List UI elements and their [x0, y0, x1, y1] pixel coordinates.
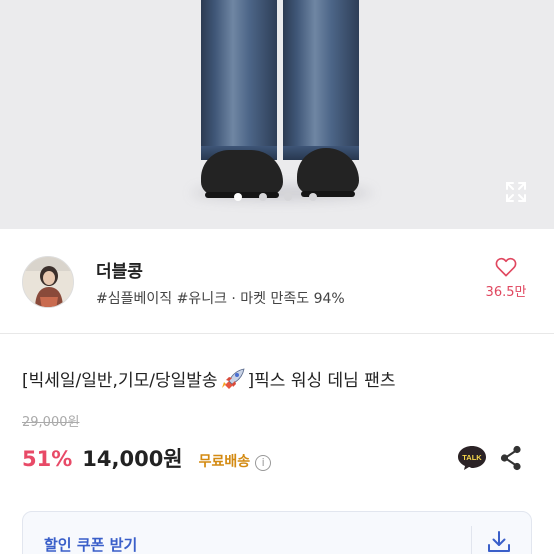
product-title: [빅세일/일반,기모/당일발송 ]픽스 워싱 데님 팬츠 [22, 366, 396, 391]
product-image[interactable] [0, 0, 554, 229]
shop-tags: #심플베이직 #유니크 · 마켓 만족도 94% [96, 291, 345, 307]
talk-label: TALK [462, 453, 482, 462]
carousel-dot[interactable] [259, 193, 267, 201]
coupon-label[interactable]: 할인 쿠폰 받기 [44, 534, 137, 554]
expand-icon[interactable] [502, 178, 530, 206]
heart-icon [495, 257, 517, 277]
sale-price: 14,000원 [82, 447, 183, 471]
original-price: 29,000원 [22, 415, 80, 430]
price-row: 51% 14,000원 무료배송 i [22, 443, 272, 473]
carousel-dot[interactable] [284, 193, 292, 201]
carousel-dots [234, 193, 317, 201]
coupon-divider [471, 526, 472, 554]
left-shoe [201, 150, 283, 198]
talk-button[interactable]: TALK [457, 445, 487, 471]
product-title-suffix: ]픽스 워싱 데님 팬츠 [247, 371, 396, 391]
jeans-left-leg [201, 0, 277, 160]
coupon-bar[interactable]: 할인 쿠폰 받기 [22, 511, 532, 554]
product-title-prefix: [빅세일/일반,기모/당일발송 [22, 371, 218, 391]
carousel-dot[interactable] [309, 193, 317, 201]
like-count: 36.5만 [485, 285, 527, 300]
shop-info[interactable]: 더블콩 #심플베이직 #유니크 · 마켓 만족도 94% 36.5만 [0, 229, 554, 329]
info-icon[interactable]: i [255, 455, 272, 471]
like-button[interactable]: 36.5만 [476, 257, 536, 300]
free-shipping-label: 무료배송 [198, 454, 251, 470]
share-icon[interactable] [498, 444, 524, 472]
jeans-right-leg [283, 0, 359, 160]
shop-name[interactable]: 더블콩 [96, 257, 143, 282]
shop-avatar[interactable] [22, 256, 74, 308]
download-icon[interactable] [485, 528, 513, 554]
rocket-icon [220, 368, 246, 390]
discount-rate: 51% [22, 447, 73, 471]
carousel-dot[interactable] [234, 193, 242, 201]
section-divider [0, 333, 554, 334]
